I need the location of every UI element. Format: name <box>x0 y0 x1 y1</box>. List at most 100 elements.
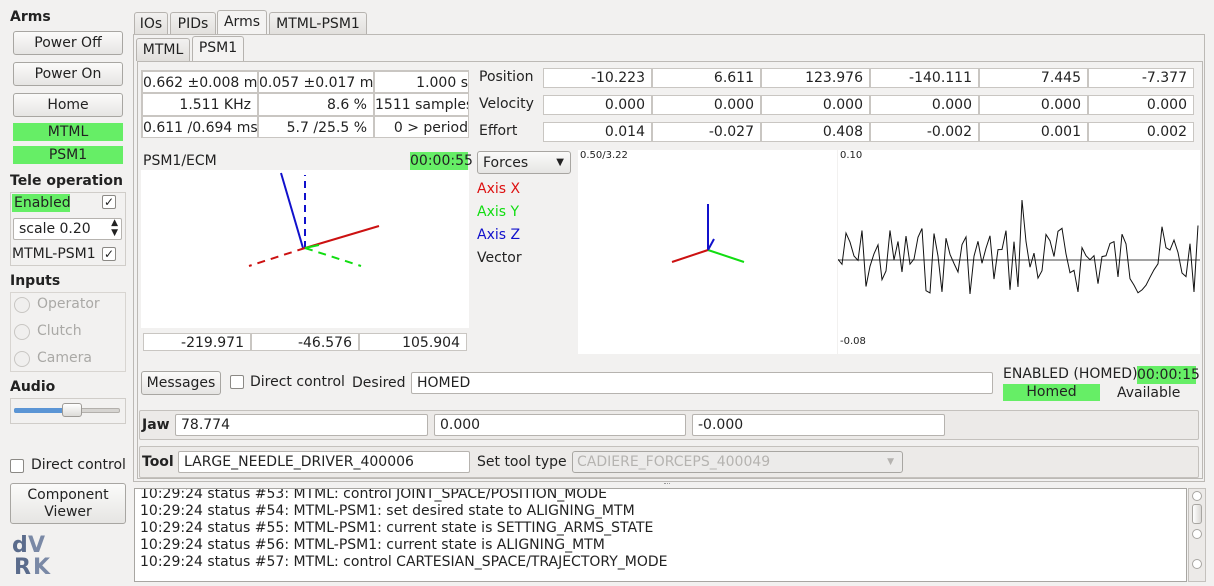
direct-control-checkbox[interactable] <box>230 375 244 389</box>
timing-cell: 0 > period <box>374 116 469 138</box>
force-y-axis <box>707 249 745 263</box>
frame-z-value: 105.904 <box>359 333 467 351</box>
clutch-label: Clutch <box>37 323 82 339</box>
timing-cell: 1.511 KHz <box>142 93 258 116</box>
log-line: 10:29:24 status #54: MTML-PSM1: set desi… <box>140 503 635 519</box>
y-axis-dashed <box>304 247 362 267</box>
timing-cell: 0.611 /0.694 ms <box>142 116 258 138</box>
desired-state-field[interactable]: HOMED <box>411 372 993 394</box>
forces-select[interactable]: Forces ▼ <box>477 151 571 174</box>
effort-joint-6-value: 0.002 <box>1088 122 1194 142</box>
scroll-up-icon[interactable] <box>1192 491 1202 501</box>
state-timer: 00:00:15 <box>1137 366 1200 384</box>
left-direct-control-checkbox[interactable] <box>10 459 24 473</box>
teleop-enabled-checkbox[interactable]: ✓ <box>102 195 116 209</box>
vector-legend[interactable]: Vector <box>477 250 522 266</box>
chevron-down-icon: ▼ <box>887 457 894 467</box>
tool-type-select[interactable]: CADIERE_FORCEPS_400049 ▼ <box>572 451 903 473</box>
axis-x-legend[interactable]: Axis X <box>477 181 520 197</box>
scroll-thumb[interactable] <box>1192 504 1202 524</box>
svg-text:K: K <box>33 555 51 576</box>
position-joint-5-value: 7.445 <box>979 68 1088 88</box>
power-on-button[interactable]: Power On <box>13 62 123 86</box>
force-axes-svg <box>671 204 745 263</box>
direct-control-label: Direct control <box>250 374 345 390</box>
forces-select-value: Forces <box>483 155 529 171</box>
clutch-radio <box>14 324 30 340</box>
force-scale-label: 0.50/3.22 <box>580 150 628 161</box>
velocity-label: Velocity <box>479 96 534 112</box>
home-button[interactable]: Home <box>13 93 123 117</box>
subtab-psm1[interactable]: PSM1 <box>192 36 244 62</box>
spin-arrows-icon[interactable]: ▲ ▼ <box>111 219 118 238</box>
axis-z-legend[interactable]: Axis Z <box>477 227 520 243</box>
mtml-psm1-checkbox[interactable]: ✓ <box>102 247 116 261</box>
arm-psm1-status[interactable]: PSM1 <box>13 146 123 164</box>
frame-x-value: -219.971 <box>143 333 251 351</box>
available-status: Available <box>1117 385 1181 401</box>
plot-svg <box>837 199 1200 295</box>
position-label: Position <box>479 69 534 85</box>
audio-slider-handle[interactable] <box>62 403 82 417</box>
splitter-handle[interactable] <box>664 483 670 486</box>
component-viewer-button[interactable]: Component Viewer <box>10 483 126 524</box>
power-off-button[interactable]: Power Off <box>13 31 123 55</box>
log-line: 10:29:24 status #55: MTML-PSM1: current … <box>140 520 654 536</box>
log-line: 10:29:24 status #57: MTML: control CARTE… <box>140 554 668 570</box>
arms-section-title: Arms <box>10 9 51 25</box>
force-x-axis <box>671 249 709 263</box>
frame-timer: 00:00:55 <box>410 152 473 170</box>
effort-label: Effort <box>479 123 518 139</box>
timing-cell: 0.057 ±0.017 ms <box>258 71 374 93</box>
z-axis-line <box>280 172 304 249</box>
scale-spinbox[interactable]: scale 0.20 ▲ ▼ <box>13 218 122 240</box>
effort-joint-5-value: 0.001 <box>979 122 1088 142</box>
velocity-joint-2-value: 0.000 <box>652 95 761 115</box>
timing-cell: 8.6 % <box>258 93 374 116</box>
chevron-down-icon: ▼ <box>556 157 564 168</box>
tool-name-field[interactable]: LARGE_NEEDLE_DRIVER_400006 <box>178 451 470 473</box>
tab-mtml-psm1[interactable]: MTML-PSM1 <box>269 12 367 35</box>
effort-joint-4-value: -0.002 <box>870 122 979 142</box>
inputs-section-title: Inputs <box>10 273 61 289</box>
log-line: 10:29:24 status #53: MTML: control JOINT… <box>140 488 607 502</box>
teleop-enabled-status: Enabled <box>12 194 71 212</box>
tab-arms[interactable]: Arms <box>217 10 267 36</box>
scroll-end-icon[interactable] <box>1192 559 1202 569</box>
jaw-position-field[interactable]: 78.774 <box>175 414 428 436</box>
operator-radio <box>14 297 30 313</box>
axis-y-legend[interactable]: Axis Y <box>477 204 519 220</box>
tab-pids[interactable]: PIDs <box>170 12 216 35</box>
jaw-velocity-field[interactable]: 0.000 <box>434 414 686 436</box>
plot-max-label: 0.10 <box>840 150 863 161</box>
scroll-down-icon[interactable] <box>1192 529 1202 539</box>
tool-type-select-value: CADIERE_FORCEPS_400049 <box>577 454 771 470</box>
force-plot: 0.10 -0.08 <box>837 150 1200 354</box>
subtab-mtml[interactable]: MTML <box>136 38 190 61</box>
operator-label: Operator <box>37 296 100 312</box>
tele-operation-section-title: Tele operation <box>10 173 123 189</box>
jaw-label: Jaw <box>142 417 170 433</box>
velocity-joint-4-value: 0.000 <box>870 95 979 115</box>
plot-signal-line <box>837 199 1199 295</box>
position-joint-6-value: -7.377 <box>1088 68 1194 88</box>
component-viewer-label-2: Viewer <box>44 504 92 520</box>
dvrk-logo: d V R K <box>12 532 68 580</box>
position-joint-4-value: -140.111 <box>870 68 979 88</box>
set-tool-type-label: Set tool type <box>477 454 567 470</box>
velocity-joint-6-value: 0.000 <box>1088 95 1194 115</box>
tab-ios[interactable]: IOs <box>134 12 168 35</box>
jaw-effort-field[interactable]: -0.000 <box>692 414 945 436</box>
messages-button[interactable]: Messages <box>141 371 221 395</box>
timing-cell: 0.662 ±0.008 ms <box>142 71 258 93</box>
homed-status: Homed <box>1003 384 1100 401</box>
log-scrollbar[interactable] <box>1188 488 1206 582</box>
effort-joint-2-value: -0.027 <box>652 122 761 142</box>
frame-y-value: -46.576 <box>251 333 359 351</box>
log-line: 10:29:24 status #56: MTML-PSM1: current … <box>140 537 605 553</box>
message-log[interactable]: 10:29:24 status #53: MTML: control JOINT… <box>134 488 1187 582</box>
plot-min-label: -0.08 <box>840 336 866 347</box>
frame-title: PSM1/ECM <box>143 153 217 169</box>
timing-cell: 1511 samples <box>374 93 469 116</box>
arm-mtml-status[interactable]: MTML <box>13 123 123 141</box>
